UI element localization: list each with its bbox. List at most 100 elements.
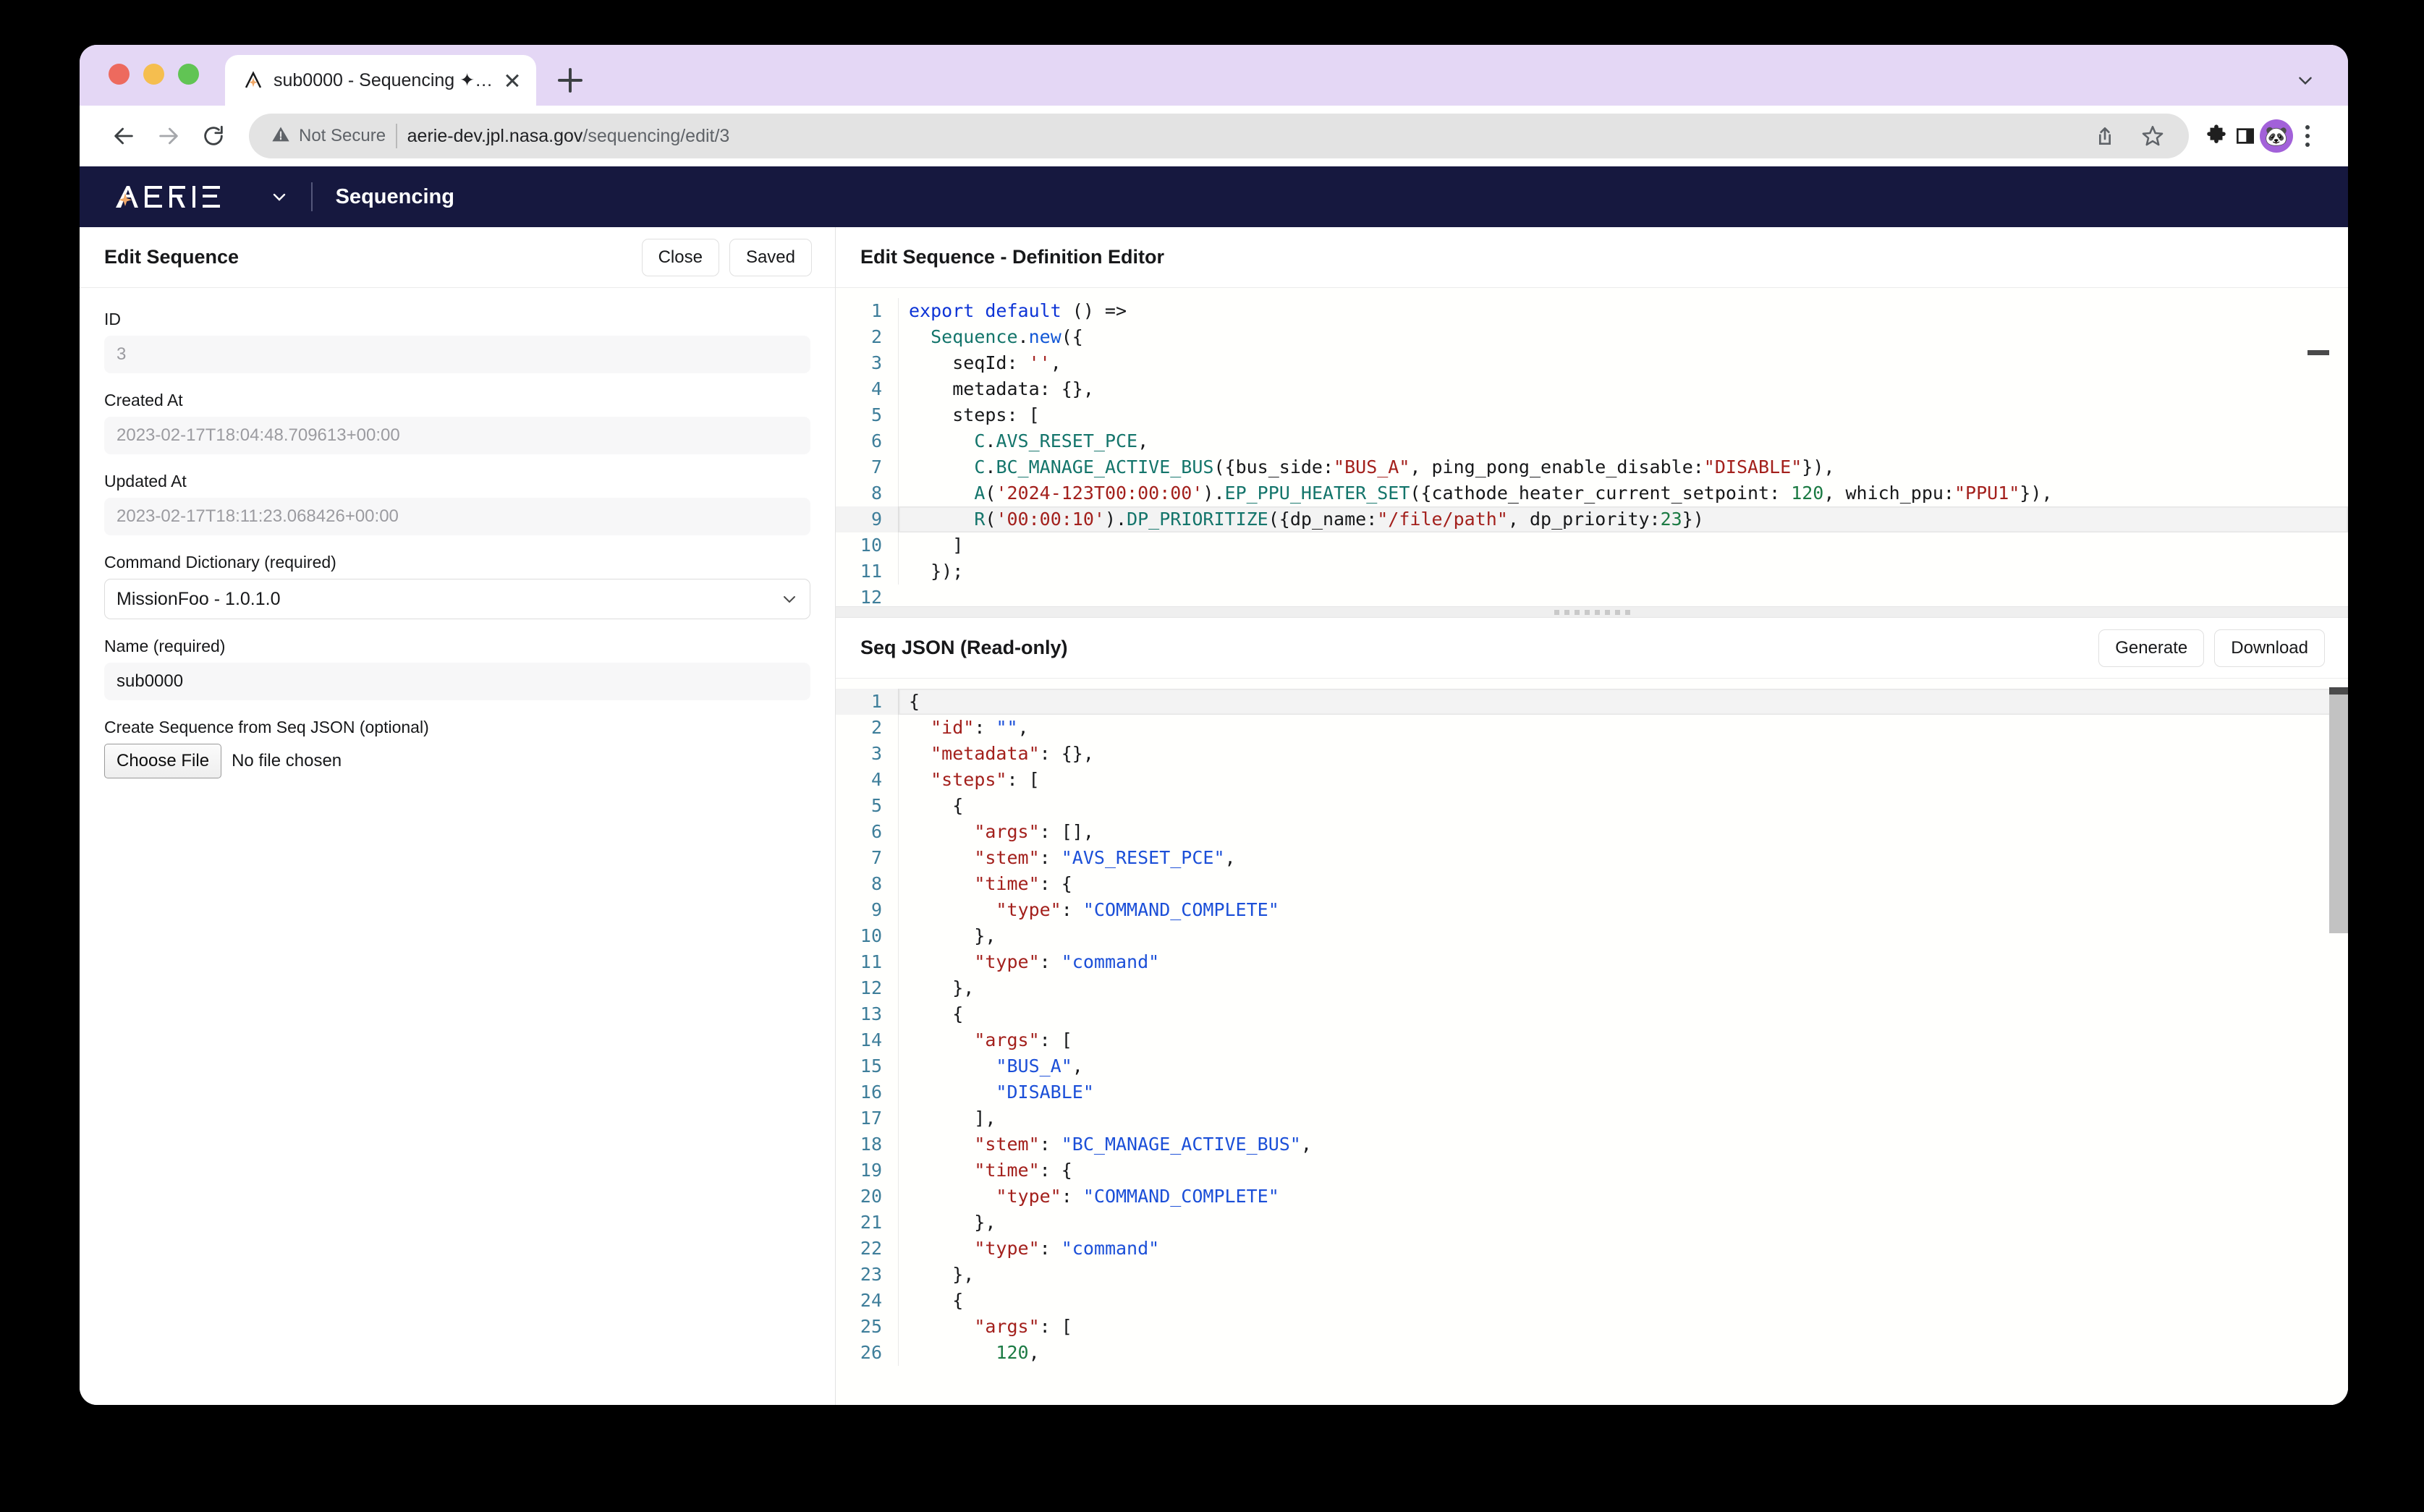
code-line[interactable]: 9 "type": "COMMAND_COMPLETE" bbox=[836, 897, 2348, 923]
code-line[interactable]: 19 "time": { bbox=[836, 1158, 2348, 1184]
code-line[interactable]: 11 "type": "command" bbox=[836, 949, 2348, 975]
name-input[interactable]: sub0000 bbox=[104, 663, 810, 700]
page-title: Sequencing bbox=[336, 185, 454, 209]
code-line[interactable]: 26 120, bbox=[836, 1340, 2348, 1366]
choose-file-button[interactable]: Choose File bbox=[104, 744, 221, 778]
code-text: { bbox=[898, 689, 2348, 715]
code-line[interactable]: 10 ] bbox=[836, 532, 2348, 558]
line-number: 23 bbox=[836, 1262, 898, 1288]
line-number: 4 bbox=[836, 376, 898, 402]
line-number: 20 bbox=[836, 1184, 898, 1210]
code-line[interactable]: 5 steps: [ bbox=[836, 402, 2348, 428]
code-line[interactable]: 3 seqId: '', bbox=[836, 350, 2348, 376]
security-status[interactable]: Not Secure bbox=[271, 124, 386, 148]
close-window-button[interactable] bbox=[109, 64, 130, 85]
id-input: 3 bbox=[104, 336, 810, 373]
seq-json-title: Seq JSON (Read-only) bbox=[860, 637, 1068, 659]
header-divider bbox=[311, 182, 313, 211]
code-line[interactable]: 9 R('00:00:10').DP_PRIORITIZE({dp_name:"… bbox=[836, 506, 2348, 532]
aerie-logo[interactable] bbox=[114, 184, 288, 209]
back-arrow-icon[interactable] bbox=[101, 114, 146, 158]
line-number: 3 bbox=[836, 350, 898, 376]
code-line[interactable]: 3 "metadata": {}, bbox=[836, 741, 2348, 767]
new-tab-button[interactable] bbox=[558, 68, 582, 93]
line-number: 1 bbox=[836, 298, 898, 324]
code-line[interactable]: 21 }, bbox=[836, 1210, 2348, 1236]
line-number: 6 bbox=[836, 819, 898, 845]
code-line[interactable]: 11 }); bbox=[836, 558, 2348, 585]
code-line[interactable]: 17 ], bbox=[836, 1105, 2348, 1131]
panda-avatar-icon[interactable]: 🐼 bbox=[2260, 119, 2293, 153]
omnibox-actions bbox=[2090, 122, 2167, 150]
puzzle-piece-icon[interactable] bbox=[2202, 122, 2231, 150]
code-line[interactable]: 4 "steps": [ bbox=[836, 767, 2348, 793]
code-line[interactable]: 16 "DISABLE" bbox=[836, 1079, 2348, 1105]
reload-icon[interactable] bbox=[191, 114, 236, 158]
download-button[interactable]: Download bbox=[2214, 629, 2325, 667]
chevron-down-icon[interactable] bbox=[2296, 71, 2315, 90]
code-line[interactable]: 14 "args": [ bbox=[836, 1027, 2348, 1053]
main-content: Edit Sequence Close Saved ID 3 Created A… bbox=[80, 227, 2348, 1405]
panel-resize-handle[interactable] bbox=[836, 606, 2348, 618]
code-line[interactable]: 6 "args": [], bbox=[836, 819, 2348, 845]
file-status-label: No file chosen bbox=[232, 751, 342, 771]
code-line[interactable]: 1export default () => bbox=[836, 298, 2348, 324]
code-line[interactable]: 8 A('2024-123T00:00:00').EP_PPU_HEATER_S… bbox=[836, 480, 2348, 506]
definition-editor[interactable]: 1export default () =>2 Sequence.new({3 s… bbox=[836, 288, 2348, 606]
line-number: 25 bbox=[836, 1314, 898, 1340]
maximize-window-button[interactable] bbox=[178, 64, 199, 85]
code-line[interactable]: 8 "time": { bbox=[836, 871, 2348, 897]
saved-button[interactable]: Saved bbox=[729, 239, 812, 276]
line-number: 10 bbox=[836, 532, 898, 558]
code-line[interactable]: 2 Sequence.new({ bbox=[836, 324, 2348, 350]
code-text: "BUS_A", bbox=[898, 1053, 2348, 1079]
seq-json-actions: Generate Download bbox=[2098, 629, 2325, 667]
line-number: 4 bbox=[836, 767, 898, 793]
aerie-wordmark-icon bbox=[114, 184, 259, 209]
code-text: R('00:00:10').DP_PRIORITIZE({dp_name:"/f… bbox=[898, 506, 2348, 532]
code-line[interactable]: 12 }, bbox=[836, 975, 2348, 1001]
code-line[interactable]: 24 { bbox=[836, 1288, 2348, 1314]
seq-json-viewer[interactable]: 1{2 "id": "",3 "metadata": {},4 "steps":… bbox=[836, 679, 2348, 1405]
forward-arrow-icon[interactable] bbox=[146, 114, 191, 158]
line-number: 7 bbox=[836, 845, 898, 871]
code-line[interactable]: 7 "stem": "AVS_RESET_PCE", bbox=[836, 845, 2348, 871]
chevron-down-icon[interactable] bbox=[271, 188, 288, 205]
side-panel-icon[interactable] bbox=[2231, 122, 2260, 150]
code-text: { bbox=[898, 1001, 2348, 1027]
code-line[interactable]: 1{ bbox=[836, 689, 2348, 715]
generate-button[interactable]: Generate bbox=[2098, 629, 2204, 667]
minimize-window-button[interactable] bbox=[143, 64, 164, 85]
code-line[interactable]: 25 "args": [ bbox=[836, 1314, 2348, 1340]
code-line[interactable]: 6 C.AVS_RESET_PCE, bbox=[836, 428, 2348, 454]
app-header: Sequencing bbox=[80, 166, 2348, 227]
share-icon[interactable] bbox=[2090, 122, 2119, 150]
close-button[interactable]: Close bbox=[642, 239, 719, 276]
edit-sequence-actions: Close Saved bbox=[642, 239, 812, 276]
code-line[interactable]: 4 metadata: {}, bbox=[836, 376, 2348, 402]
kebab-menu-icon[interactable] bbox=[2293, 122, 2322, 150]
code-line[interactable]: 20 "type": "COMMAND_COMPLETE" bbox=[836, 1184, 2348, 1210]
code-line[interactable]: 15 "BUS_A", bbox=[836, 1053, 2348, 1079]
scrollbar-thumb[interactable] bbox=[2329, 695, 2348, 933]
code-line[interactable]: 13 { bbox=[836, 1001, 2348, 1027]
seq-json-scrollbar[interactable] bbox=[2329, 687, 2348, 1405]
command-dictionary-select[interactable]: MissionFoo - 1.0.1.0 bbox=[104, 579, 810, 619]
code-line[interactable]: 5 { bbox=[836, 793, 2348, 819]
code-line[interactable]: 2 "id": "", bbox=[836, 715, 2348, 741]
tab-close-icon[interactable] bbox=[503, 71, 522, 90]
code-line[interactable]: 18 "stem": "BC_MANAGE_ACTIVE_BUS", bbox=[836, 1131, 2348, 1158]
line-number: 5 bbox=[836, 793, 898, 819]
code-line[interactable]: 22 "type": "command" bbox=[836, 1236, 2348, 1262]
code-line[interactable]: 23 }, bbox=[836, 1262, 2348, 1288]
code-text: }, bbox=[898, 1262, 2348, 1288]
code-line[interactable]: 10 }, bbox=[836, 923, 2348, 949]
updated-at-input: 2023-02-17T18:11:23.068426+00:00 bbox=[104, 498, 810, 535]
definition-code[interactable]: 1export default () =>2 Sequence.new({3 s… bbox=[836, 288, 2348, 606]
browser-tab[interactable]: sub0000 - Sequencing ✦ Aerie bbox=[225, 55, 536, 106]
code-line[interactable]: 12 bbox=[836, 585, 2348, 606]
address-bar[interactable]: Not Secure aerie-dev.jpl.nasa.gov/sequen… bbox=[249, 114, 2189, 158]
file-input-row: Choose File No file chosen bbox=[104, 744, 810, 778]
star-icon[interactable] bbox=[2138, 122, 2167, 150]
code-line[interactable]: 7 C.BC_MANAGE_ACTIVE_BUS({bus_side:"BUS_… bbox=[836, 454, 2348, 480]
